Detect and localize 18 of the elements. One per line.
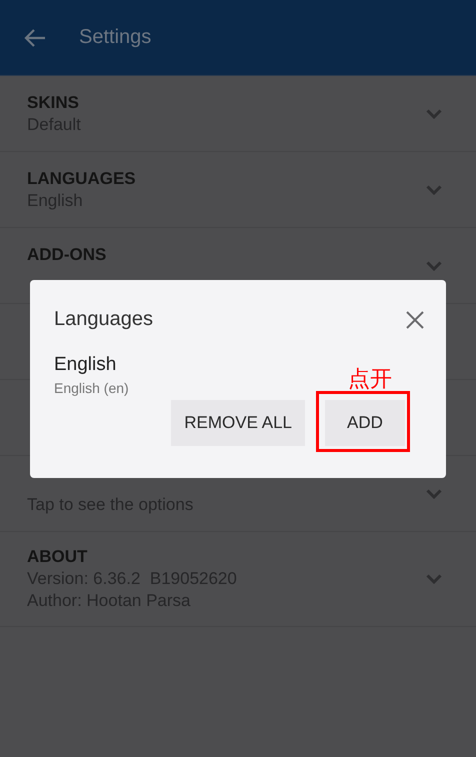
dialog-title: Languages xyxy=(54,308,153,331)
language-detail: English (en) xyxy=(54,380,129,396)
row-title: ABOUT xyxy=(27,546,88,568)
chevron-down-icon xyxy=(426,108,442,118)
chevron-down-icon xyxy=(426,260,442,270)
chevron-down-icon xyxy=(426,574,442,584)
row-title: LANGUAGES xyxy=(27,168,136,190)
back-icon[interactable] xyxy=(24,28,46,48)
chevron-down-icon xyxy=(426,488,442,498)
annotation-text: 点开 xyxy=(348,365,392,393)
remove-all-button[interactable]: REMOVE ALL xyxy=(171,400,305,446)
close-icon[interactable] xyxy=(406,310,424,328)
screen-title: Settings xyxy=(79,26,152,49)
row-title: SKINS xyxy=(27,92,80,114)
language-name: English xyxy=(54,354,118,376)
add-button[interactable]: ADD xyxy=(325,400,405,446)
row-title: ADD-ONS xyxy=(27,244,106,266)
chevron-down-icon xyxy=(426,184,442,194)
